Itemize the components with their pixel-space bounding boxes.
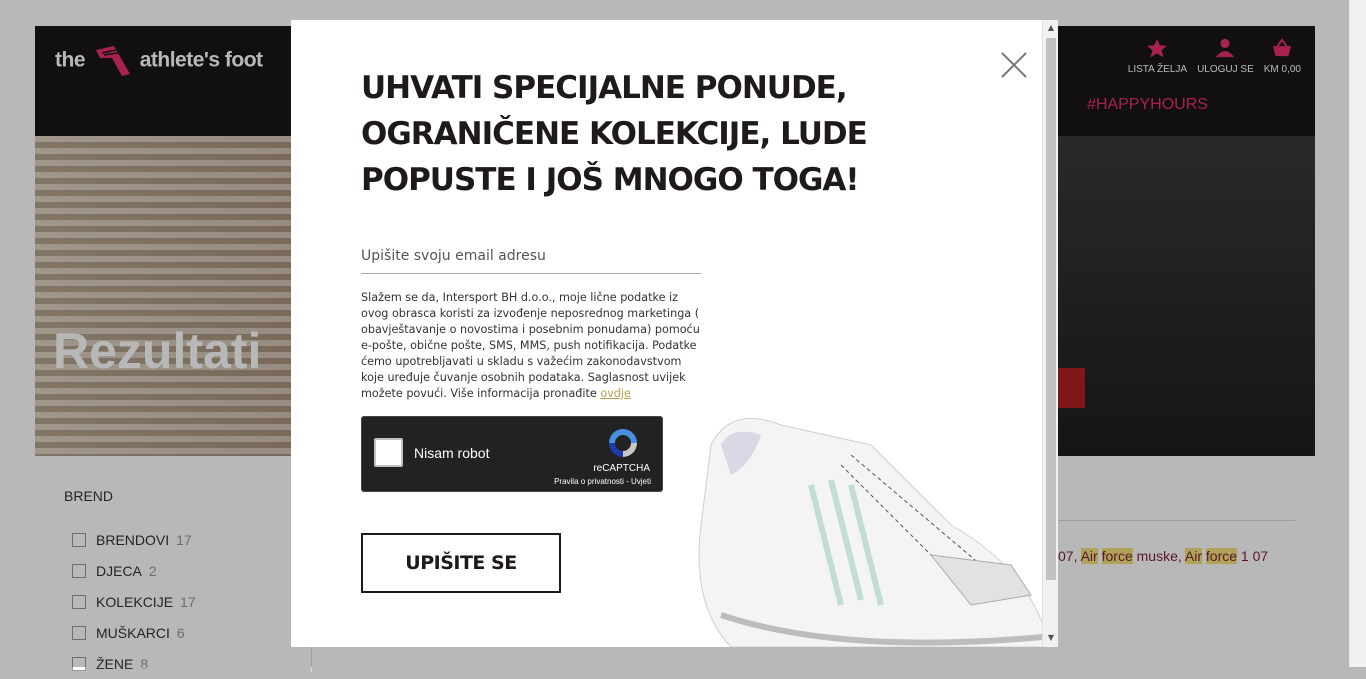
recaptcha-widget: Nisam robot reCAPTCHA Pravila o privatno… xyxy=(361,416,663,492)
recaptcha-icon xyxy=(609,429,637,457)
subscribe-button[interactable]: UPIŠITE SE xyxy=(361,533,561,593)
recaptcha-label: Nisam robot xyxy=(414,445,490,461)
scroll-up-icon[interactable]: ▲ xyxy=(1046,22,1056,34)
modal-title: UHVATI SPECIJALNE PONUDE, OGRANIČENE KOL… xyxy=(361,70,868,198)
window-scrollbar[interactable] xyxy=(1349,0,1366,667)
newsletter-modal: UHVATI SPECIJALNE PONUDE, OGRANIČENE KOL… xyxy=(291,20,1058,647)
email-input[interactable] xyxy=(361,238,701,274)
sneaker-image xyxy=(698,417,1043,647)
scroll-thumb[interactable] xyxy=(1046,38,1056,580)
consent-body: Slažem se da, Intersport BH d.o.o., moje… xyxy=(361,291,700,400)
recaptcha-checkbox[interactable] xyxy=(374,438,403,467)
recaptcha-brand: reCAPTCHA xyxy=(593,463,650,474)
consent-link[interactable]: ovdje xyxy=(600,387,631,400)
consent-text: Slažem se da, Intersport BH d.o.o., moje… xyxy=(361,290,703,402)
scroll-down-icon[interactable]: ▼ xyxy=(1046,632,1056,644)
close-icon[interactable] xyxy=(997,48,1031,82)
recaptcha-links[interactable]: Pravila o privatnosti - Uvjeti xyxy=(554,477,651,486)
modal-scrollbar[interactable]: ▲ ▼ xyxy=(1042,20,1058,647)
